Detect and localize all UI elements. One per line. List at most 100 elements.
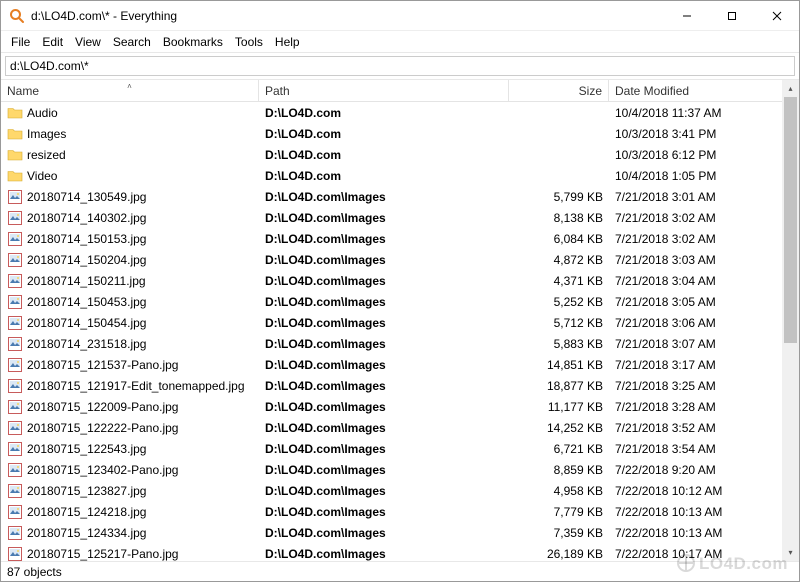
image-file-icon — [7, 441, 23, 457]
folder-icon — [7, 126, 23, 142]
file-name: 20180714_150204.jpg — [27, 253, 146, 267]
column-header-path[interactable]: Path — [259, 80, 509, 101]
cell-size: 11,177 KB — [509, 400, 609, 414]
column-header-date[interactable]: Date Modified — [609, 80, 759, 101]
cell-date: 7/21/2018 3:02 AM — [609, 211, 759, 225]
menu-help[interactable]: Help — [269, 33, 306, 51]
menu-tools[interactable]: Tools — [229, 33, 269, 51]
status-text: 87 objects — [7, 565, 62, 579]
cell-path: D:\LO4D.com\Images — [259, 232, 509, 246]
cell-date: 10/3/2018 3:41 PM — [609, 127, 759, 141]
table-row[interactable]: 20180715_121537-Pano.jpgD:\LO4D.com\Imag… — [1, 354, 782, 375]
cell-name: 20180715_125217-Pano.jpg — [1, 546, 259, 562]
table-row[interactable]: 20180715_124218.jpgD:\LO4D.com\Images7,7… — [1, 501, 782, 522]
cell-size: 8,138 KB — [509, 211, 609, 225]
file-name: 20180715_122009-Pano.jpg — [27, 400, 178, 414]
table-row[interactable]: 20180714_150153.jpgD:\LO4D.com\Images6,0… — [1, 228, 782, 249]
image-file-icon — [7, 231, 23, 247]
cell-name: 20180715_122009-Pano.jpg — [1, 399, 259, 415]
cell-path: D:\LO4D.com\Images — [259, 379, 509, 393]
table-row[interactable]: resizedD:\LO4D.com10/3/2018 6:12 PM — [1, 144, 782, 165]
cell-date: 7/21/2018 3:06 AM — [609, 316, 759, 330]
menu-view[interactable]: View — [69, 33, 107, 51]
cell-name: 20180715_121917-Edit_tonemapped.jpg — [1, 378, 259, 394]
table-row[interactable]: ImagesD:\LO4D.com10/3/2018 3:41 PM — [1, 123, 782, 144]
table-row[interactable]: 20180715_121917-Edit_tonemapped.jpgD:\LO… — [1, 375, 782, 396]
cell-name: 20180714_150454.jpg — [1, 315, 259, 331]
table-row[interactable]: 20180714_150453.jpgD:\LO4D.com\Images5,2… — [1, 291, 782, 312]
file-name: 20180714_231518.jpg — [27, 337, 146, 351]
scrollbar-down-button[interactable]: ▾ — [782, 544, 799, 561]
cell-path: D:\LO4D.com\Images — [259, 547, 509, 561]
list-body[interactable]: AudioD:\LO4D.com10/4/2018 11:37 AMImages… — [1, 102, 782, 561]
cell-name: Video — [1, 168, 259, 184]
close-button[interactable] — [754, 1, 799, 30]
file-name: resized — [27, 148, 66, 162]
table-row[interactable]: 20180715_124334.jpgD:\LO4D.com\Images7,3… — [1, 522, 782, 543]
cell-path: D:\LO4D.com\Images — [259, 337, 509, 351]
search-input[interactable] — [5, 56, 795, 76]
table-row[interactable]: 20180714_140302.jpg D:\LO4D.com\Images8,1… — [1, 207, 782, 228]
cell-path: D:\LO4D.com\Images — [259, 211, 509, 225]
cell-size: 5,712 KB — [509, 316, 609, 330]
table-row[interactable]: 20180714_231518.jpgD:\LO4D.com\Images5,8… — [1, 333, 782, 354]
table-row[interactable]: 20180715_122009-Pano.jpgD:\LO4D.com\Imag… — [1, 396, 782, 417]
table-row[interactable]: 20180714_150211.jpgD:\LO4D.com\Images4,3… — [1, 270, 782, 291]
table-row[interactable]: 20180714_150204.jpgD:\LO4D.com\Images4,8… — [1, 249, 782, 270]
table-row[interactable]: 20180715_123402-Pano.jpgD:\LO4D.com\Imag… — [1, 459, 782, 480]
scrollbar-track[interactable] — [782, 97, 799, 544]
cell-size: 6,721 KB — [509, 442, 609, 456]
cell-path: D:\LO4D.com — [259, 148, 509, 162]
image-file-icon — [7, 546, 23, 562]
cell-name: 20180715_124218.jpg — [1, 504, 259, 520]
image-file-icon — [7, 483, 23, 499]
image-file-icon — [7, 462, 23, 478]
file-name: 20180714_150454.jpg — [27, 316, 146, 330]
table-row[interactable]: 20180714_130549.jpgD:\LO4D.com\Images5,7… — [1, 186, 782, 207]
cell-name: 20180714_130549.jpg — [1, 189, 259, 205]
table-row[interactable]: 20180715_122222-Pano.jpg D:\LO4D.com\Imag… — [1, 417, 782, 438]
cell-date: 10/4/2018 11:37 AM — [609, 106, 759, 120]
table-row[interactable]: 20180715_125217-Pano.jpgD:\LO4D.com\Imag… — [1, 543, 782, 561]
menu-edit[interactable]: Edit — [36, 33, 69, 51]
folder-icon — [7, 105, 23, 121]
cell-path: D:\LO4D.com\Images — [259, 484, 509, 498]
menu-bookmarks[interactable]: Bookmarks — [157, 33, 229, 51]
minimize-button[interactable] — [664, 1, 709, 30]
file-name: Audio — [27, 106, 58, 120]
menu-search[interactable]: Search — [107, 33, 157, 51]
results-list: Name ˄ Path Size Date Modified AudioD:\L… — [1, 80, 782, 561]
table-row[interactable]: 20180715_122543.jpgD:\LO4D.com\Images6,7… — [1, 438, 782, 459]
cell-size: 14,252 KB — [509, 421, 609, 435]
scrollbar-up-button[interactable]: ▴ — [782, 80, 799, 97]
table-row[interactable]: VideoD:\LO4D.com10/4/2018 1:05 PM — [1, 165, 782, 186]
table-row[interactable]: AudioD:\LO4D.com10/4/2018 11:37 AM — [1, 102, 782, 123]
cell-name: 20180715_122543.jpg — [1, 441, 259, 457]
cell-size: 14,851 KB — [509, 358, 609, 372]
cell-date: 7/21/2018 3:05 AM — [609, 295, 759, 309]
column-header-size[interactable]: Size — [509, 80, 609, 101]
cell-path: D:\LO4D.com\Images — [259, 421, 509, 435]
file-name: 20180715_123827.jpg — [27, 484, 146, 498]
menubar: File Edit View Search Bookmarks Tools He… — [1, 31, 799, 53]
menu-file[interactable]: File — [5, 33, 36, 51]
scrollbar-thumb[interactable] — [784, 97, 797, 343]
image-file-icon — [7, 399, 23, 415]
cell-size: 5,799 KB — [509, 190, 609, 204]
cell-date: 7/21/2018 3:17 AM — [609, 358, 759, 372]
cell-name: Audio — [1, 105, 259, 121]
table-row[interactable]: 20180715_123827.jpgD:\LO4D.com\Images4,9… — [1, 480, 782, 501]
file-name: Images — [27, 127, 66, 141]
titlebar[interactable]: d:\LO4D.com\* - Everything — [1, 1, 799, 31]
cell-size: 7,359 KB — [509, 526, 609, 540]
cell-path: D:\LO4D.com\Images — [259, 274, 509, 288]
vertical-scrollbar[interactable]: ▴ ▾ — [782, 80, 799, 561]
column-header-name[interactable]: Name ˄ — [1, 80, 259, 101]
table-row[interactable]: 20180714_150454.jpgD:\LO4D.com\Images5,7… — [1, 312, 782, 333]
file-name: 20180715_122222-Pano.jpg — [27, 421, 178, 435]
cell-path: D:\LO4D.com\Images — [259, 295, 509, 309]
image-file-icon — [7, 357, 23, 373]
maximize-button[interactable] — [709, 1, 754, 30]
cell-name: resized — [1, 147, 259, 163]
file-name: 20180714_140302.jpg — [27, 211, 146, 225]
